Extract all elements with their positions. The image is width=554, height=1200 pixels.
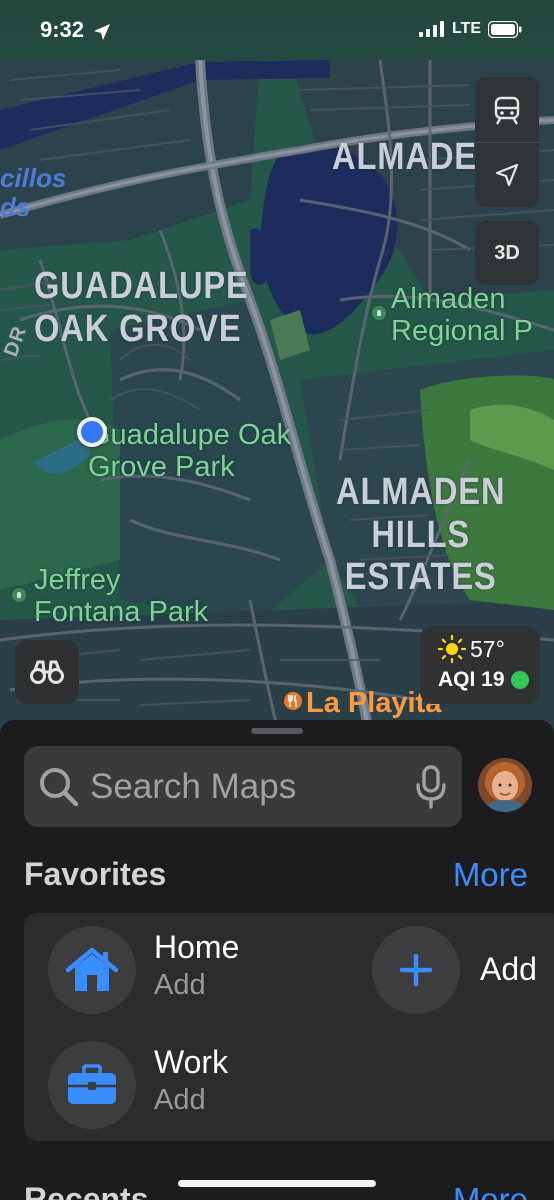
favorite-item-home[interactable]: Home Add: [24, 913, 354, 1027]
aqi-status-dot: [510, 671, 529, 689]
track-location-button[interactable]: [475, 142, 539, 207]
look-around-button[interactable]: [15, 640, 79, 704]
park-label-guadalupe-oak-grove[interactable]: Guadalupe Oak Grove Park: [88, 419, 291, 484]
status-bar: 9:32 LTE: [0, 0, 554, 60]
plus-icon: [399, 953, 433, 987]
favorite-work-subtitle: Add: [154, 1084, 206, 1116]
water-label: cillos ds: [0, 163, 67, 223]
search-bar[interactable]: Search Maps: [24, 746, 462, 827]
location-arrow-icon: [94, 24, 110, 40]
aqi-label: AQI 19: [438, 668, 505, 691]
favorite-item-work[interactable]: Work Add: [24, 1027, 354, 1141]
battery-icon: [488, 20, 522, 38]
status-indicators: LTE: [418, 20, 522, 38]
search-input[interactable]: Search Maps: [90, 767, 416, 807]
favorites-card: Home Add Add Work Add: [24, 913, 554, 1141]
user-location-dot[interactable]: [77, 417, 107, 447]
map-controls: [475, 77, 539, 207]
weather-temperature: 57°: [470, 635, 505, 662]
aqi-row: AQI 19: [438, 668, 540, 692]
favorites-heading: Favorites: [24, 856, 167, 892]
location-arrow-icon: [495, 163, 519, 187]
network-type: LTE: [451, 20, 481, 37]
neighborhood-label-almaden-hills: ALMADEN HILLS ESTATES: [336, 471, 506, 599]
favorite-home-name: Home: [154, 929, 240, 965]
tram-icon: [494, 96, 520, 125]
weather-temp-row: 57°: [438, 634, 540, 664]
park-label-almaden-regional[interactable]: Almaden Regional P: [391, 283, 533, 348]
house-icon: [65, 947, 119, 991]
neighborhood-label-guadalupe: GUADALUPE OAK GROVE: [34, 265, 249, 350]
briefcase-icon: [68, 1064, 116, 1104]
3d-toggle-button[interactable]: 3D: [475, 221, 539, 285]
recents-more-link[interactable]: More: [453, 1181, 528, 1200]
microphone-icon[interactable]: [416, 764, 446, 809]
favorite-add-label: Add: [480, 951, 537, 987]
park-tree-icon: [10, 586, 28, 604]
favorite-work-name: Work: [154, 1044, 229, 1080]
binoculars-icon: [30, 660, 64, 684]
restaurant-icon: [284, 692, 302, 710]
favorite-item-add[interactable]: Add: [354, 913, 554, 1027]
sheet-grabber[interactable]: [251, 728, 303, 734]
favorite-home-icon-circle: [48, 926, 136, 1014]
map-view[interactable]: cillos ds GUADALUPE OAK GROVE ALMADEN AL…: [0, 0, 554, 740]
search-icon: [40, 767, 79, 806]
favorite-add-icon-circle: [372, 926, 460, 1014]
signal-bars-icon: [418, 21, 444, 37]
profile-photo: [478, 758, 532, 812]
status-time: 9:32: [40, 17, 85, 42]
favorite-work-icon-circle: [48, 1041, 136, 1129]
home-indicator[interactable]: [178, 1180, 376, 1187]
avatar[interactable]: [478, 758, 532, 812]
park-label-jeffrey-fontana[interactable]: Jeffrey Fontana Park: [34, 564, 208, 629]
transit-button[interactable]: [475, 77, 539, 142]
sun-icon: [438, 635, 466, 663]
favorite-home-subtitle: Add: [154, 969, 206, 1001]
weather-widget[interactable]: 57° AQI 19: [420, 626, 540, 704]
recents-heading: Recents: [24, 1181, 149, 1200]
bottom-sheet[interactable]: Search Maps Favorites More Home Add Add …: [0, 720, 554, 1200]
favorites-more-link[interactable]: More: [453, 856, 528, 894]
park-tree-icon: [370, 304, 388, 322]
